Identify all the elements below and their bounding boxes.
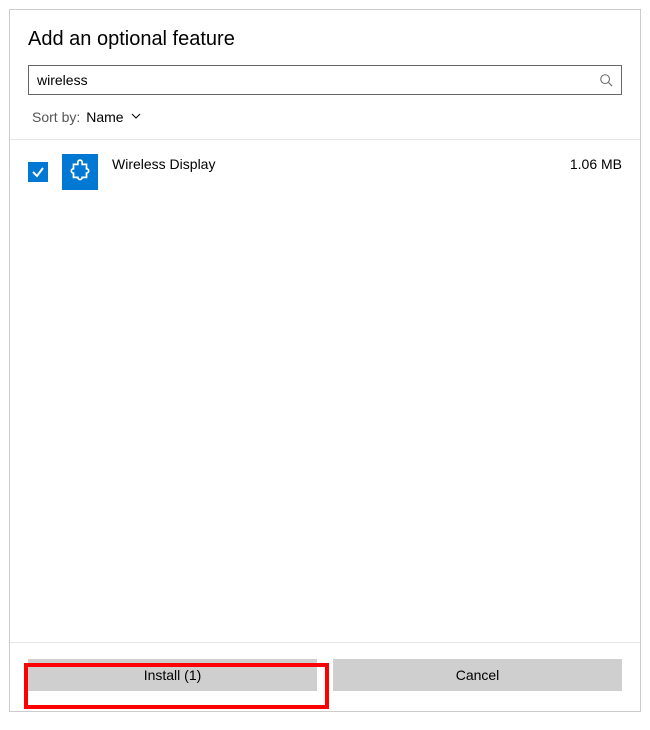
search-input[interactable] <box>37 72 599 88</box>
feature-name: Wireless Display <box>112 154 556 172</box>
feature-list: Wireless Display 1.06 MB <box>10 140 640 642</box>
chevron-down-icon <box>130 109 142 125</box>
dialog-header: Add an optional feature Sort by: Name <box>10 10 640 139</box>
cancel-button[interactable]: Cancel <box>333 659 622 691</box>
sort-by-value: Name <box>86 109 123 125</box>
install-button[interactable]: Install (1) <box>28 659 317 691</box>
dialog-title: Add an optional feature <box>28 28 622 51</box>
search-icon <box>599 73 613 87</box>
puzzle-icon <box>62 154 98 190</box>
dialog-footer: Install (1) Cancel <box>10 642 640 711</box>
feature-item[interactable]: Wireless Display 1.06 MB <box>28 154 622 190</box>
search-box[interactable] <box>28 65 622 95</box>
feature-checkbox[interactable] <box>28 162 48 182</box>
add-optional-feature-dialog: Add an optional feature Sort by: Name <box>9 9 641 712</box>
sort-by-label: Sort by: <box>32 109 80 125</box>
feature-size: 1.06 MB <box>570 154 622 172</box>
sort-by-dropdown[interactable]: Sort by: Name <box>28 109 622 139</box>
